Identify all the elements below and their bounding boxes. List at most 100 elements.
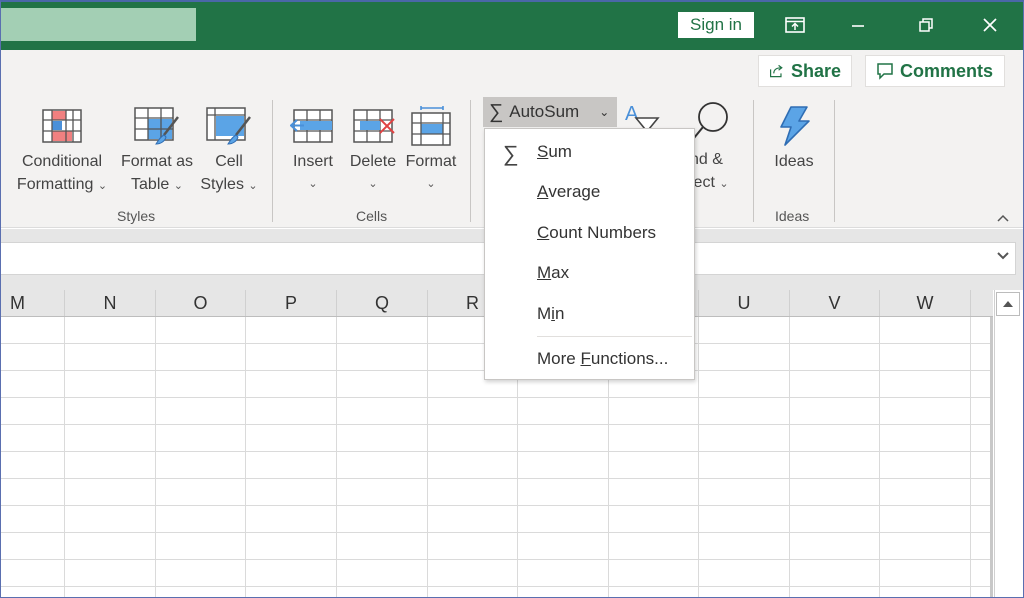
menu-item-text: ax: [551, 263, 570, 282]
group-divider: [753, 100, 754, 222]
title-bar: Sign in: [0, 0, 1024, 50]
autosum-button[interactable]: ∑ AutoSum ⌄: [483, 97, 617, 127]
menu-item-text: verage: [548, 182, 601, 201]
grid-line: [155, 317, 156, 598]
ribbon-display-options-icon: [785, 17, 805, 33]
menu-item-accelerator: A: [537, 182, 549, 201]
column-header-m[interactable]: M: [0, 290, 65, 316]
comment-icon: [877, 63, 893, 80]
minimize-icon: [852, 25, 864, 27]
grid-line: [64, 317, 65, 598]
insert-label: Insert: [292, 153, 333, 170]
conditional-formatting-button[interactable]: Conditional Formatting ⌄: [14, 102, 110, 198]
conditional-formatting-icon: [42, 109, 82, 143]
format-button[interactable]: Format ⌄: [402, 102, 460, 196]
format-as-table-label-1: Format as: [120, 153, 193, 170]
insert-button[interactable]: Insert ⌄: [288, 102, 338, 196]
share-label: Share: [790, 60, 841, 81]
format-as-table-label-2: Table: [131, 176, 170, 193]
column-header-w[interactable]: W: [880, 290, 971, 316]
collapse-ribbon-button[interactable]: [996, 210, 1010, 226]
format-label: Format: [405, 153, 457, 170]
column-header-o[interactable]: O: [156, 290, 246, 316]
insert-cells-icon: [290, 109, 333, 143]
group-divider: [272, 100, 273, 222]
format-cells-icon: [411, 106, 451, 146]
menu-item-count-numbers[interactable]: Count Numbers: [485, 216, 694, 250]
delete-label: Delete: [349, 153, 397, 170]
comments-label: Comments: [900, 60, 994, 81]
comments-button[interactable]: Comments: [865, 55, 1005, 87]
minimize-button[interactable]: [843, 10, 873, 40]
grid-edge: [990, 317, 993, 598]
chevron-down-icon: ⌄: [173, 180, 183, 192]
share-button[interactable]: Share: [758, 55, 852, 87]
menu-item-text: n: [554, 304, 565, 323]
cell-styles-label-2: Styles: [200, 176, 244, 193]
grid-line: [789, 317, 790, 598]
menu-item-text: M: [537, 304, 552, 323]
chevron-down-icon: ⌄: [248, 180, 258, 192]
cell-styles-button[interactable]: Cell Styles ⌄: [198, 102, 260, 198]
chevron-down-icon: ⌄: [97, 180, 108, 192]
chevron-down-icon: ⌄: [426, 178, 436, 190]
chevron-up-icon: [997, 214, 1009, 222]
column-header-v[interactable]: V: [790, 290, 880, 316]
menu-separator: [537, 336, 692, 337]
cells-group-label: Cells: [356, 208, 388, 224]
menu-item-text: unctions...: [590, 349, 669, 368]
column-header-u[interactable]: U: [699, 290, 790, 316]
menu-item-average[interactable]: Average: [485, 175, 694, 209]
menu-item-accelerator: S: [537, 142, 549, 161]
menu-item-sum[interactable]: ∑ Sum: [485, 135, 694, 169]
format-as-table-button[interactable]: Format as Table ⌄: [118, 102, 196, 198]
chevron-down-icon: ⌄: [719, 178, 729, 190]
vertical-scrollbar[interactable]: [994, 290, 1020, 598]
delete-button[interactable]: Delete ⌄: [346, 102, 400, 196]
column-header-partial: [971, 290, 993, 316]
chevron-down-icon: ⌄: [308, 178, 318, 190]
menu-item-min[interactable]: Min: [485, 297, 694, 331]
grid-line: [698, 317, 699, 598]
menu-item-accelerator: M: [537, 263, 552, 282]
restore-button[interactable]: [911, 10, 941, 40]
conditional-formatting-label-2: Formatting: [16, 176, 94, 193]
svg-text:A: A: [625, 103, 639, 125]
find-select-button[interactable]: [692, 100, 732, 147]
ideas-button-label: Ideas: [774, 153, 814, 170]
menu-item-max[interactable]: Max: [485, 256, 694, 290]
sign-in-button[interactable]: Sign in: [678, 12, 754, 38]
share-icon: [769, 64, 783, 78]
scroll-up-button[interactable]: [996, 292, 1020, 316]
close-button[interactable]: [975, 10, 1005, 40]
menu-item-more-functions[interactable]: More Functions...: [485, 342, 694, 376]
ideas-button[interactable]: Ideas: [768, 102, 820, 173]
styles-group-label: Styles: [117, 208, 156, 224]
conditional-formatting-label-1: Conditional: [21, 153, 103, 170]
cell-styles-icon: [206, 107, 251, 145]
grid-line: [970, 317, 971, 598]
document-title-placeholder: [0, 8, 196, 41]
menu-item-accelerator: C: [537, 223, 550, 242]
triangle-up-icon: [1003, 301, 1013, 307]
menu-item-text: um: [548, 142, 572, 161]
group-divider: [470, 100, 471, 222]
sigma-icon: ∑: [503, 141, 519, 166]
find-select-label[interactable]: nd & lect ⌄: [690, 148, 740, 196]
chevron-down-icon[interactable]: ⌄: [599, 105, 609, 119]
grid-line: [336, 317, 337, 598]
autosum-label: AutoSum: [509, 102, 580, 121]
column-header-q[interactable]: Q: [337, 290, 428, 316]
column-header-p[interactable]: P: [246, 290, 337, 316]
ribbon-display-options-button[interactable]: [780, 10, 810, 40]
menu-item-text: ount Numbers: [549, 223, 657, 242]
column-header-n[interactable]: N: [65, 290, 156, 316]
restore-icon: [919, 18, 933, 32]
ideas-group-label: Ideas: [775, 208, 810, 224]
grid-line: [879, 317, 880, 598]
format-as-table-icon: [134, 107, 179, 145]
delete-cells-icon: [353, 109, 395, 143]
search-icon: [693, 102, 728, 139]
expand-formula-bar-icon[interactable]: [997, 249, 1009, 263]
menu-item-accelerator: F: [580, 349, 591, 368]
